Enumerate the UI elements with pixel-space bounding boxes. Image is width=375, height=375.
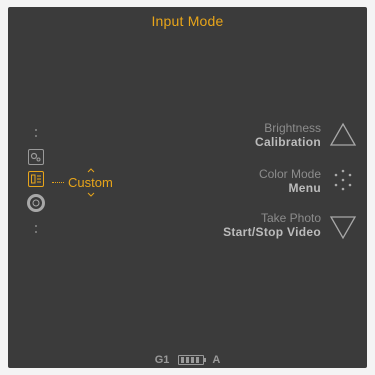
control-label: Color Mode — [258, 167, 321, 181]
triangle-up-icon[interactable] — [329, 121, 357, 149]
control-action: Start/Stop Video — [223, 225, 321, 239]
control-row-brightness: Brightness Calibration — [255, 121, 321, 149]
status-bar: G1 A — [8, 350, 367, 366]
photo-settings-icon[interactable] — [28, 149, 44, 165]
chevron-down-icon[interactable] — [87, 192, 95, 197]
custom-mode-icon[interactable] — [28, 171, 44, 187]
control-row-take-photo: Take Photo Start/Stop Video — [223, 211, 321, 239]
profile-indicator: G1 — [154, 354, 170, 366]
control-label: Take Photo — [260, 211, 321, 225]
screen-title: Input Mode — [151, 13, 224, 29]
connector-line — [52, 182, 64, 183]
dotted-circle-icon[interactable] — [329, 167, 357, 195]
shooting-mode-indicator: A — [212, 354, 221, 366]
control-action: Calibration — [255, 135, 321, 149]
chevron-up-icon[interactable] — [87, 168, 95, 173]
selected-mode-label: Custom — [68, 175, 113, 190]
shutter-icon[interactable] — [26, 193, 46, 213]
scroll-dot-top — [35, 129, 37, 131]
scroll-dot-bottom — [35, 225, 37, 227]
control-label: Brightness — [264, 121, 321, 135]
battery-icon — [177, 355, 206, 365]
control-row-color-mode: Color Mode Menu — [259, 167, 321, 195]
camera-screen: Input Mode Custom Brightness Calibration… — [8, 7, 367, 368]
scroll-dot-bottom — [35, 231, 37, 233]
triangle-down-icon[interactable] — [329, 213, 357, 241]
control-action: Menu — [288, 181, 321, 195]
scroll-dot-top — [35, 135, 37, 137]
